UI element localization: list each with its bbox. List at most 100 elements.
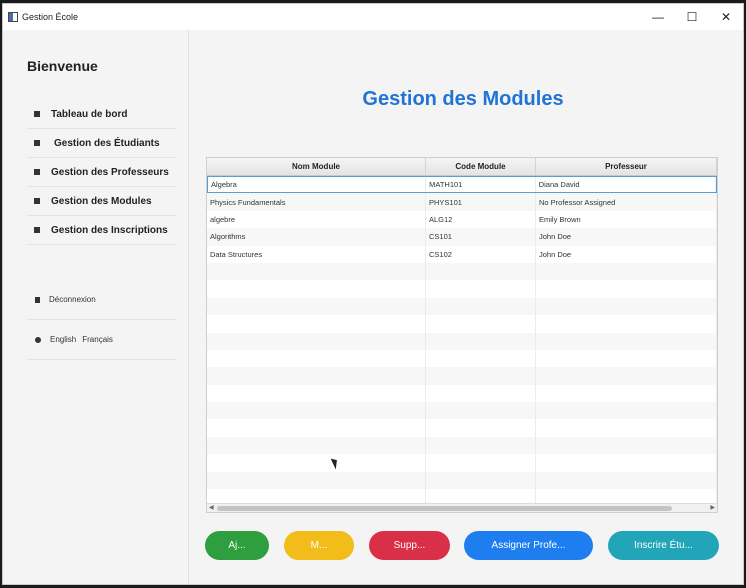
table-cell: Data Structures <box>207 245 426 263</box>
scroll-right-icon[interactable]: ▶ <box>710 504 715 512</box>
window-title: Gestion École <box>22 12 79 22</box>
table-cell <box>536 280 717 298</box>
enrollment-icon <box>34 227 40 233</box>
professor-icon <box>34 169 40 175</box>
sidebar-item-label: Gestion des Étudiants <box>54 137 160 149</box>
globe-icon <box>35 336 41 343</box>
table-cell <box>426 454 536 472</box>
scrollbar-thumb[interactable] <box>217 506 672 511</box>
table-cell <box>207 262 426 281</box>
table-row <box>207 332 717 350</box>
table-cell <box>536 367 717 385</box>
table-row <box>207 384 717 403</box>
table-row <box>207 367 717 385</box>
window-controls: — ☐ ✕ <box>641 4 743 30</box>
table-row <box>207 402 717 420</box>
table-row <box>207 471 717 490</box>
table-row <box>207 280 717 298</box>
sidebar-item-enrollments[interactable]: Gestion des Inscriptions <box>27 216 177 245</box>
table-cell <box>426 402 536 420</box>
table-cell <box>207 315 426 333</box>
table-cell: MATH101 <box>426 177 536 193</box>
modify-button[interactable]: M... <box>284 531 354 560</box>
close-button[interactable]: ✕ <box>709 4 743 30</box>
welcome-heading: Bienvenue <box>27 58 98 74</box>
table-cell: Physics Fundamentals <box>207 193 426 211</box>
table-row <box>207 315 717 333</box>
table-cell <box>536 471 717 490</box>
table-cell <box>536 384 717 403</box>
table-cell: Algorithms <box>207 228 426 246</box>
sidebar-nav: Tableau de bord Gestion des Étudiants Ge… <box>27 100 177 245</box>
table-row[interactable]: algebre ALG12 Emily Brown <box>207 210 717 229</box>
table-cell: Emily Brown <box>536 210 717 229</box>
table-cell <box>207 384 426 403</box>
language-english-link[interactable]: English <box>50 335 76 344</box>
table-cell: Diana David <box>536 177 717 193</box>
assign-professor-button[interactable]: Assigner Profe... <box>464 531 593 560</box>
table-cell <box>207 280 426 298</box>
column-header-professor[interactable]: Professeur <box>536 158 717 175</box>
table-row <box>207 454 717 472</box>
table-cell: Algebra <box>208 177 427 193</box>
table-row[interactable]: Data Structures CS102 John Doe <box>207 245 717 263</box>
sidebar-item-label: Gestion des Inscriptions <box>51 224 168 236</box>
minimize-button[interactable]: — <box>641 4 675 30</box>
logout-icon <box>35 296 40 303</box>
table-cell <box>426 297 536 316</box>
maximize-button[interactable]: ☐ <box>675 4 709 30</box>
logout-button[interactable]: Déconnexion <box>27 280 177 320</box>
scroll-left-icon[interactable]: ◀ <box>209 504 214 512</box>
table-cell <box>207 367 426 385</box>
table-cell <box>426 262 536 281</box>
table-cell <box>426 471 536 490</box>
table-cell <box>207 436 426 455</box>
table-cell <box>207 471 426 490</box>
horizontal-scrollbar[interactable]: ◀ ▶ <box>207 503 717 512</box>
sidebar-item-modules[interactable]: Gestion des Modules <box>27 187 177 216</box>
app-window: Gestion École — ☐ ✕ Bienvenue Tableau de… <box>2 3 744 585</box>
table-row[interactable]: Algorithms CS101 John Doe <box>207 228 717 246</box>
table-cell <box>426 349 536 368</box>
language-switcher: English Français <box>27 320 177 360</box>
table-row[interactable]: Algebra MATH101 Diana David <box>207 176 717 194</box>
table-cell <box>207 349 426 368</box>
table-cell <box>536 297 717 316</box>
table-cell <box>426 367 536 385</box>
table-row[interactable]: Physics Fundamentals PHYS101 No Professor … <box>207 193 717 211</box>
table-cell <box>426 436 536 455</box>
add-button[interactable]: Aj... <box>205 531 269 560</box>
sidebar-item-professors[interactable]: Gestion des Professeurs <box>27 158 177 187</box>
sidebar-item-dashboard[interactable]: Tableau de bord <box>27 100 177 129</box>
table-cell: No Professor Assigned <box>536 193 717 211</box>
table-header: Nom Module Code Module Professeur <box>207 158 717 176</box>
table-row <box>207 419 717 437</box>
table-cell <box>426 280 536 298</box>
sidebar-item-label: Gestion des Professeurs <box>51 166 169 178</box>
table-cell <box>426 384 536 403</box>
logout-label: Déconnexion <box>49 295 96 304</box>
table-body: Algebra MATH101 Diana David Physics Fundame… <box>207 176 717 507</box>
app-icon <box>8 12 18 22</box>
table-row <box>207 297 717 316</box>
table-cell <box>536 262 717 281</box>
table-cell <box>426 332 536 350</box>
column-header-module-name[interactable]: Nom Module <box>207 158 426 175</box>
table-cell <box>426 315 536 333</box>
table-cell: PHYS101 <box>426 193 536 211</box>
delete-button[interactable]: Supp... <box>369 531 450 560</box>
language-french-link[interactable]: Français <box>82 335 113 344</box>
table-cell: ALG12 <box>426 210 536 229</box>
column-header-module-code[interactable]: Code Module <box>426 158 536 175</box>
table-cell <box>536 454 717 472</box>
table-cell <box>426 419 536 437</box>
student-icon <box>34 140 40 146</box>
table-cell <box>536 332 717 350</box>
title-bar: Gestion École — ☐ ✕ <box>3 4 743 30</box>
modules-table: Nom Module Code Module Professeur Algebr… <box>206 157 718 513</box>
table-row <box>207 262 717 281</box>
table-cell <box>536 315 717 333</box>
sidebar-item-students[interactable]: Gestion des Étudiants <box>27 129 177 158</box>
enroll-student-button[interactable]: Inscrire Étu... <box>608 531 719 560</box>
table-cell: John Doe <box>536 245 717 263</box>
